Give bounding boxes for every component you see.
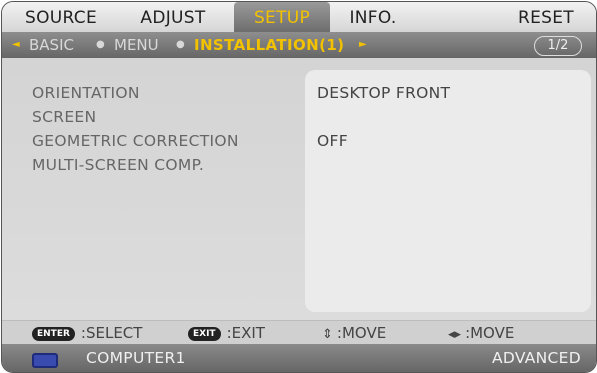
up-down-arrow-icon: ⇕ [322, 327, 333, 342]
menu-window: SOURCE ADJUST SETUP INFO. RESET ◄ BASIC … [1, 1, 597, 373]
menu-tabs: SOURCE ADJUST SETUP INFO. RESET [2, 2, 596, 32]
status-bar: COMPUTER1 ADVANCED [2, 344, 596, 372]
tab-source[interactable]: SOURCE [12, 2, 110, 32]
help-move-horizontal-text: :MOVE [465, 324, 515, 342]
page-indicator: 1/2 [534, 36, 582, 56]
computer-input-icon [32, 353, 58, 368]
current-source: COMPUTER1 [86, 349, 186, 367]
sub-tab-basic[interactable]: BASIC [29, 32, 74, 58]
sub-tab-installation[interactable]: INSTALLATION(1) [194, 32, 344, 58]
setting-orientation[interactable]: ORIENTATION [32, 84, 140, 102]
help-move-vertical-text: :MOVE [336, 324, 387, 342]
enter-key-icon: ENTER [32, 326, 75, 341]
tab-info[interactable]: INFO. [338, 2, 408, 32]
sub-nav-right-arrow-icon[interactable]: ► [359, 32, 367, 58]
help-select-text: :SELECT [80, 324, 143, 342]
geometric-correction-value: OFF [317, 132, 348, 150]
sub-nav-left-arrow-icon[interactable]: ◄ [12, 32, 20, 58]
setting-multi-screen-comp[interactable]: MULTI-SCREEN COMP. [32, 156, 204, 174]
menu-mode: ADVANCED [491, 349, 581, 367]
tab-setup[interactable]: SETUP [234, 2, 330, 32]
help-bar: ENTER:SELECT EXIT:EXIT ⇕:MOVE ◂▸:MOVE [2, 320, 596, 345]
help-select: ENTER :SELECT [32, 321, 142, 345]
setting-geometric-correction[interactable]: GEOMETRIC CORRECTION [32, 132, 239, 150]
sub-navigation: ◄ BASIC ● MENU ● INSTALLATION(1) ► 1/2 [2, 32, 596, 58]
settings-area: ORIENTATION SCREEN GEOMETRIC CORRECTION … [2, 58, 596, 320]
separator-dot-icon: ● [176, 39, 185, 50]
values-panel: DESKTOP FRONT OFF [305, 70, 591, 312]
setting-screen[interactable]: SCREEN [32, 108, 96, 126]
orientation-value: DESKTOP FRONT [317, 84, 451, 102]
exit-key-icon: EXIT [188, 326, 221, 341]
separator-dot-icon: ● [96, 39, 105, 50]
help-exit: EXIT :EXIT [188, 321, 265, 345]
tab-reset[interactable]: RESET [508, 2, 584, 32]
left-right-arrow-icon: ◂▸ [448, 327, 462, 342]
help-exit-text: :EXIT [226, 324, 265, 342]
tab-adjust[interactable]: ADJUST [122, 2, 224, 32]
sub-tab-menu[interactable]: MENU [114, 32, 159, 58]
